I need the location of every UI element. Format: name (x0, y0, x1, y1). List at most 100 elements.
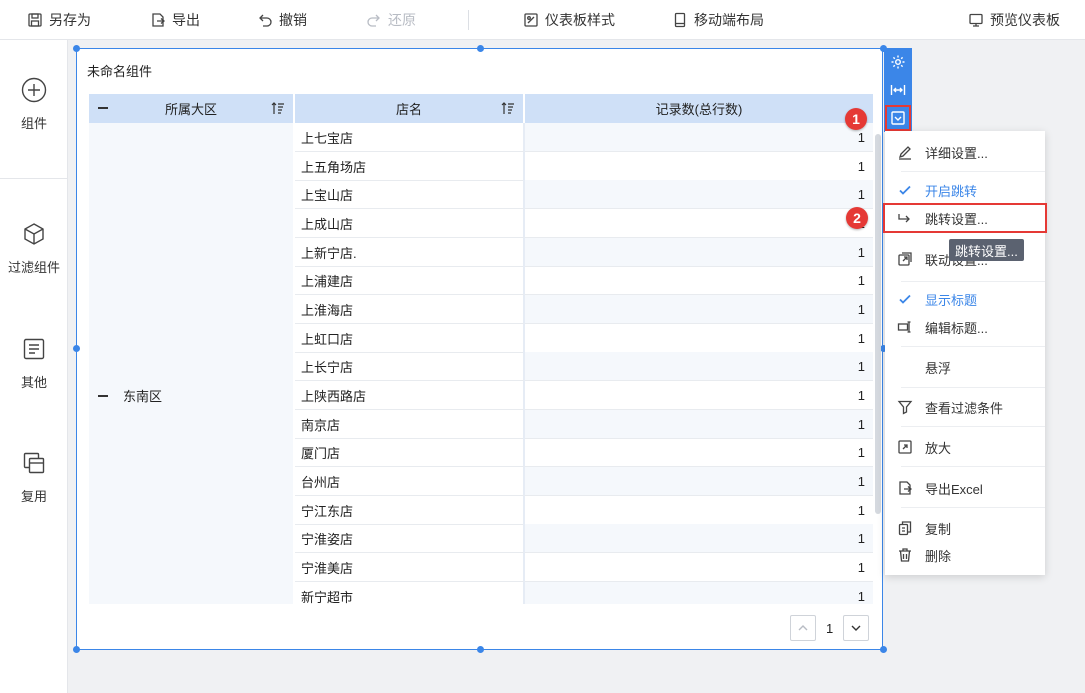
table-cell-shop: 宁江东店 (295, 496, 525, 525)
dropdown-box-icon (891, 111, 905, 125)
top-toolbar: 另存为 导出 撤销 还原 仪表板样式 移动端布局 预览仪表板 (0, 0, 1085, 40)
region-group: 东南区 (97, 386, 162, 405)
checkmark-icon (899, 294, 911, 304)
resize-handle[interactable] (73, 45, 80, 52)
widget-title: 未命名组件 (87, 64, 153, 79)
document-icon (23, 338, 45, 360)
menu-item-view-filter[interactable]: 查看过滤条件 (885, 394, 1045, 420)
menu-item-zoom[interactable]: 放大 (885, 434, 1045, 460)
table-cell-shop: 上宝山店 (295, 180, 525, 209)
more-options-button[interactable] (884, 104, 912, 132)
menu-item-label: 跳转设置... (925, 211, 988, 227)
monitor-icon (969, 13, 983, 27)
dashboard-style-label: 仪表板样式 (545, 12, 615, 28)
table-cell-shop: 上新宁店. (295, 238, 525, 267)
menu-divider (901, 171, 1045, 172)
pagination: 1 (790, 615, 870, 641)
sidebar-item-components[interactable]: 组件 (0, 77, 68, 132)
table-cell-shop: 台州店 (295, 467, 525, 496)
trash-icon (899, 548, 911, 562)
column-header-count[interactable]: 记录数(总行数) (525, 94, 873, 123)
redo-label: 还原 (388, 12, 416, 28)
resize-handle[interactable] (880, 646, 887, 653)
table-cell-shop: 上淮海店 (295, 295, 525, 324)
table-cell-count: 1 (525, 238, 873, 267)
menu-item-label: 开启跳转 (925, 183, 978, 199)
table-cell-count: 1 (525, 553, 873, 582)
table-cell-count: 1 (525, 352, 873, 381)
menu-item-copy[interactable]: 复制 (885, 515, 1045, 541)
sidebar-item-filter-components[interactable]: 过滤组件 (0, 221, 68, 276)
menu-item-delete[interactable]: 删除 (885, 542, 1045, 568)
copy-stack-icon (23, 452, 45, 474)
table-cell-count: 1 (525, 123, 873, 152)
save-as-button[interactable]: 另存为 (27, 0, 91, 40)
menu-divider (901, 466, 1045, 467)
table-cell-shop: 宁淮姿店 (295, 524, 525, 553)
menu-item-jump-settings[interactable]: 跳转设置... (883, 203, 1047, 233)
chevron-down-icon (851, 625, 861, 631)
edit-title-icon (897, 321, 911, 333)
menu-item-label: 导出Excel (925, 481, 983, 497)
table-cell-count: 1 (525, 410, 873, 439)
resize-handle[interactable] (73, 646, 80, 653)
tooltip: 跳转设置... (949, 239, 1024, 261)
export-icon (899, 481, 913, 495)
menu-item-label: 删除 (925, 548, 952, 564)
gear-icon (891, 55, 905, 69)
menu-item-label: 编辑标题... (925, 320, 988, 336)
preview-dashboard-button[interactable]: 预览仪表板 (968, 0, 1060, 40)
widget-settings-button[interactable] (884, 48, 912, 76)
prev-page-button[interactable] (790, 615, 816, 641)
menu-item-export-excel[interactable]: 导出Excel (885, 475, 1045, 501)
widget-options-menu: 详细设置... 开启跳转 跳转设置... 联动设置... 显示标题 编辑标题..… (883, 131, 1047, 575)
menu-divider (901, 281, 1045, 282)
sort-icon[interactable] (271, 102, 285, 115)
sidebar-divider (0, 178, 68, 179)
table-cell-count: 1 (525, 209, 873, 238)
column-header-shop[interactable]: 店名 (295, 94, 525, 123)
table-cell-shop: 宁淮美店 (295, 553, 525, 582)
collapse-icon[interactable] (97, 102, 109, 114)
resize-handle[interactable] (477, 646, 484, 653)
table-cell-count: 1 (525, 266, 873, 295)
table-cell-count: 1 (525, 381, 873, 410)
save-icon (28, 13, 42, 27)
sidebar-item-label: 复用 (20, 489, 47, 504)
table-cell-shop: 南京店 (295, 410, 525, 439)
table-cell-shop: 新宁超市 (295, 582, 525, 604)
stretch-width-button[interactable] (884, 76, 912, 104)
table-widget[interactable]: 未命名组件 所属大区 店名 记录数(总行数) 东南区 上七宝店 1 上五角场店 … (73, 45, 887, 653)
palette-icon (524, 13, 538, 27)
table-cell-count: 1 (525, 295, 873, 324)
redo-button[interactable]: 还原 (366, 0, 416, 40)
vertical-scrollbar[interactable] (875, 134, 881, 514)
table-cell-shop: 厦门店 (295, 438, 525, 467)
resize-handle[interactable] (477, 45, 484, 52)
table-cell-count: 1 (525, 496, 873, 525)
menu-item-detail-settings[interactable]: 详细设置... (885, 139, 1045, 165)
cube-icon (24, 223, 44, 245)
page-number: 1 (826, 620, 834, 636)
sort-icon[interactable] (501, 102, 515, 115)
redo-icon (367, 14, 380, 27)
mobile-layout-button[interactable]: 移动端布局 (672, 0, 764, 40)
collapse-icon[interactable] (97, 390, 109, 402)
menu-item-edit-title[interactable]: 编辑标题... (885, 314, 1045, 340)
expand-icon (898, 440, 912, 454)
sidebar-item-other[interactable]: 其他 (0, 336, 68, 391)
export-button[interactable]: 导出 (150, 0, 200, 40)
menu-item-float[interactable]: 悬浮 (885, 354, 1045, 380)
sidebar-item-reuse[interactable]: 复用 (0, 450, 68, 505)
menu-item-enable-jump[interactable]: 开启跳转 (885, 177, 1045, 203)
horizontal-expand-icon (890, 85, 906, 95)
undo-button[interactable]: 撤销 (257, 0, 307, 40)
menu-item-show-title[interactable]: 显示标题 (885, 286, 1045, 312)
dashboard-style-button[interactable]: 仪表板样式 (523, 0, 615, 40)
menu-item-label: 复制 (925, 521, 952, 537)
column-header-region[interactable]: 所属大区 (89, 94, 295, 123)
table-cell-shop: 上长宁店 (295, 352, 525, 381)
next-page-button[interactable] (843, 615, 870, 641)
resize-handle[interactable] (73, 345, 80, 352)
table-cell-shop: 上成山店 (295, 209, 525, 238)
